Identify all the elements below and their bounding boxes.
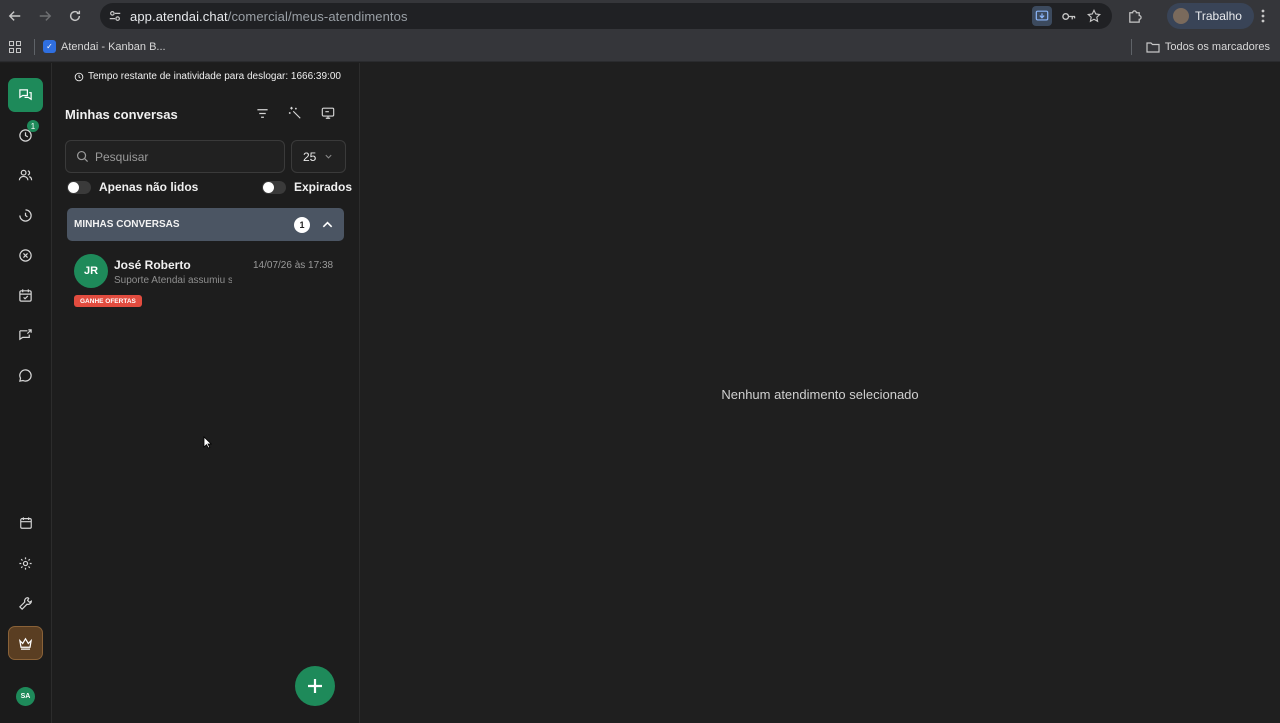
- folder-icon: [1146, 42, 1160, 53]
- expired-toggle-label: Expirados: [294, 180, 353, 194]
- whatsapp-icon: [19, 368, 32, 382]
- pending-badge: 1: [27, 120, 39, 132]
- search-box: [65, 140, 285, 173]
- chat-area: Nenhum atendimento selecionado: [360, 63, 1280, 723]
- users-icon: [18, 169, 33, 180]
- contact-avatar: JR: [74, 254, 108, 288]
- group-label: MINHAS CONVERSAS: [74, 219, 180, 230]
- contact-name: José Roberto: [114, 258, 191, 272]
- bookmark-star-icon[interactable]: [1084, 6, 1104, 26]
- sparkle-wand-icon: [288, 106, 301, 119]
- arrow-right-icon: [39, 11, 52, 21]
- rail-settings-button[interactable]: [8, 546, 43, 580]
- browser-menu-button[interactable]: [1253, 6, 1273, 26]
- bookmark-separator: [1130, 39, 1132, 55]
- browser-toolbar: app.atendai.chat/comercial/meus-atendime…: [0, 0, 1280, 32]
- crown-icon: [18, 637, 33, 650]
- profile-button[interactable]: Trabalho: [1167, 3, 1254, 29]
- url-host: app.atendai.chat: [130, 8, 228, 24]
- user-avatar[interactable]: SA: [16, 687, 35, 706]
- inactivity-timer: Tempo restante de inatividade para deslo…: [74, 71, 341, 82]
- rail-closed-button[interactable]: [8, 238, 43, 272]
- page-size-select[interactable]: 25: [291, 140, 346, 173]
- profile-avatar: [1173, 8, 1189, 24]
- rail-tools-button[interactable]: [8, 586, 43, 620]
- unread-toggle-row: Apenas não lidos: [67, 180, 198, 194]
- bookmark-label: Atendai - Kanban B...: [61, 40, 166, 53]
- calendar-icon: [19, 517, 32, 529]
- wrench-icon: [19, 596, 32, 610]
- filter-icon: [256, 108, 268, 118]
- search-icon: [76, 150, 89, 163]
- monitor-chat-icon: [321, 107, 335, 119]
- apps-grid-icon[interactable]: [0, 32, 30, 62]
- arrow-left-icon: [8, 11, 21, 21]
- all-bookmarks-label: Todos os marcadores: [1164, 41, 1270, 53]
- collapse-button[interactable]: [319, 216, 336, 233]
- all-bookmarks-button[interactable]: Todos os marcadores: [1146, 41, 1270, 53]
- app-root: 1 SA Tempo restante de inatividade para …: [0, 63, 1280, 723]
- chevron-up-icon: [322, 221, 333, 228]
- rail-campaigns-button[interactable]: [8, 318, 43, 352]
- rail-chats-button[interactable]: [8, 78, 43, 112]
- rail-calendar-button[interactable]: [8, 506, 43, 540]
- url-text: app.atendai.chat/comercial/meus-atendime…: [130, 9, 408, 24]
- address-bar[interactable]: app.atendai.chat/comercial/meus-atendime…: [100, 3, 1112, 29]
- conversation-tag: GANHE OFERTAS: [74, 295, 142, 307]
- page-size-value: 25: [303, 149, 317, 164]
- url-path: /comercial/meus-atendimentos: [227, 8, 408, 24]
- mouse-cursor-icon: [203, 436, 212, 449]
- reload-button[interactable]: [60, 0, 90, 32]
- site-info-icon[interactable]: [102, 3, 128, 29]
- monitor-button[interactable]: [318, 103, 338, 123]
- message-arrow-icon: [19, 328, 32, 340]
- bookmark-atendai-kanban[interactable]: ✓ Atendai - Kanban B...: [43, 40, 166, 53]
- puzzle-icon: [1128, 9, 1142, 23]
- plus-icon: [308, 679, 322, 693]
- conversations-panel: Tempo restante de inatividade para deslo…: [52, 63, 360, 723]
- expired-toggle[interactable]: [262, 180, 286, 194]
- atendai-favicon-icon: ✓: [43, 40, 56, 53]
- conversation-group-header[interactable]: MINHAS CONVERSAS 1: [67, 208, 344, 241]
- chats-icon: [19, 88, 32, 100]
- unread-toggle-label: Apenas não lidos: [99, 180, 199, 194]
- expired-toggle-row: Expirados: [262, 180, 352, 194]
- kebab-menu-icon: [1261, 9, 1265, 23]
- history-icon: [19, 208, 32, 222]
- chevron-down-icon: [325, 154, 332, 159]
- side-rail: 1 SA: [0, 63, 52, 723]
- key-icon[interactable]: [1058, 6, 1078, 26]
- magic-button[interactable]: [285, 103, 305, 123]
- back-button[interactable]: [0, 0, 30, 32]
- new-conversation-button[interactable]: [295, 666, 335, 706]
- profile-label: Trabalho: [1195, 9, 1242, 23]
- group-count-badge: 1: [294, 217, 310, 233]
- conversation-date: 14/07/26 às 17:38: [253, 260, 334, 271]
- rail-history-button[interactable]: [8, 198, 43, 232]
- rail-pending-button[interactable]: 1: [8, 118, 43, 152]
- conversation-item[interactable]: JR José Roberto 14/07/26 às 17:38 Suport…: [67, 249, 344, 311]
- empty-state-message: Nenhum atendimento selecionado: [721, 387, 919, 402]
- install-app-icon[interactable]: [1032, 6, 1052, 26]
- forward-button[interactable]: [30, 0, 60, 32]
- extensions-button[interactable]: [1124, 6, 1144, 26]
- filter-button[interactable]: [252, 103, 272, 123]
- rail-contacts-button[interactable]: [8, 158, 43, 192]
- conversation-preview: Suporte Atendai assumiu s: [114, 275, 232, 286]
- calendar-check-icon: [19, 288, 32, 302]
- bookmark-separator: [34, 38, 35, 55]
- search-input[interactable]: [95, 149, 265, 164]
- clock-icon: [74, 72, 84, 81]
- panel-actions: [252, 103, 338, 123]
- gear-icon: [19, 556, 32, 570]
- rail-premium-button[interactable]: [8, 626, 43, 660]
- rail-schedule-button[interactable]: [8, 278, 43, 312]
- unread-toggle[interactable]: [67, 180, 91, 194]
- reload-icon: [69, 10, 81, 22]
- rail-whatsapp-button[interactable]: [8, 358, 43, 392]
- bookmarks-bar: ✓ Atendai - Kanban B... Todos os marcado…: [0, 32, 1280, 62]
- inactivity-text: Tempo restante de inatividade para deslo…: [88, 71, 341, 82]
- panel-title: Minhas conversas: [65, 107, 178, 122]
- close-circle-icon: [19, 248, 32, 262]
